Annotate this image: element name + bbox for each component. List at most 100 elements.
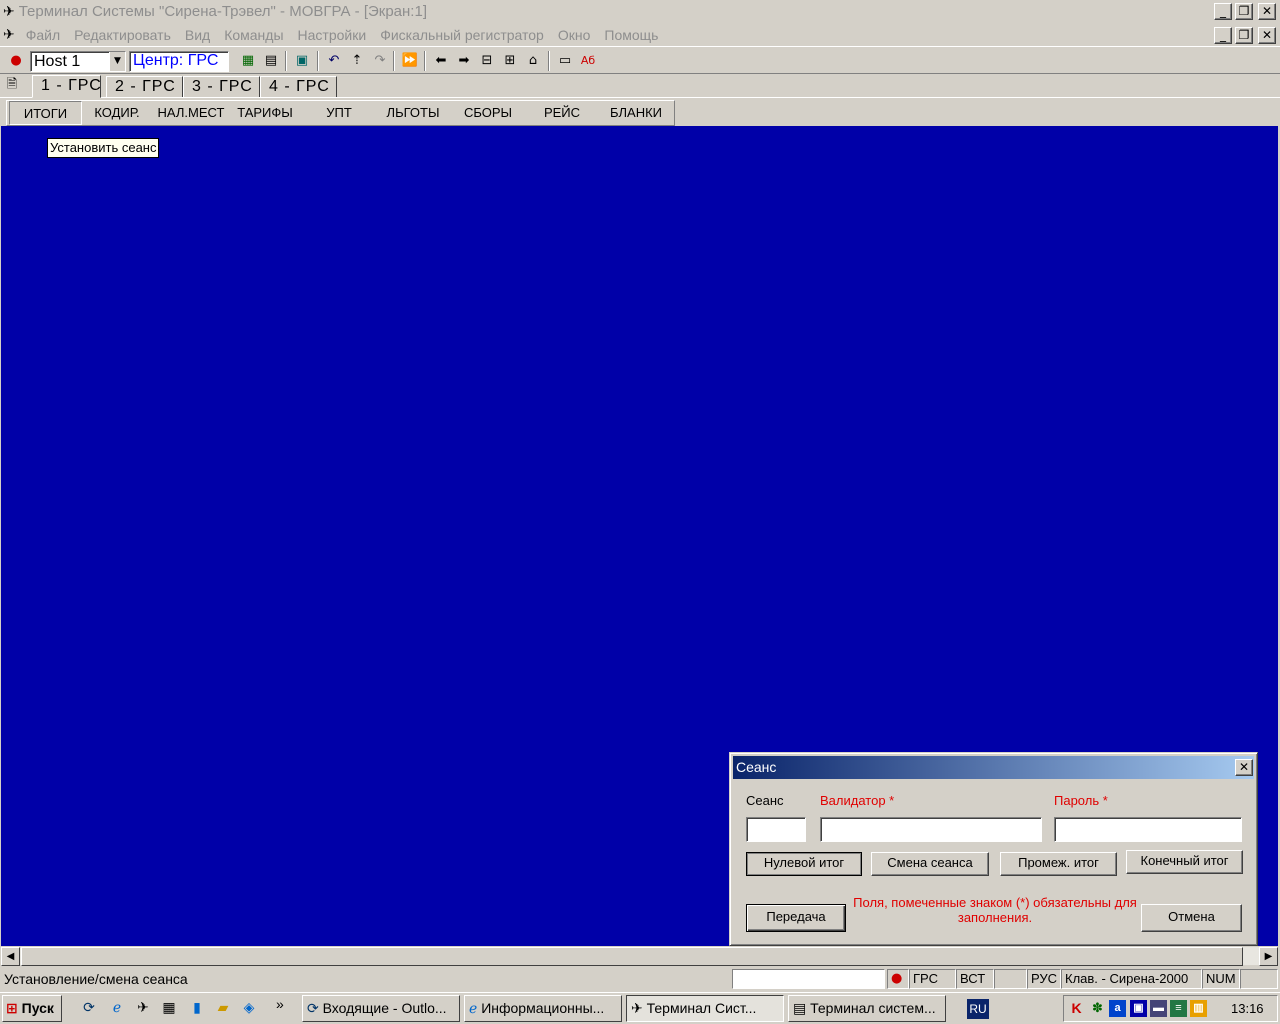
menu-view[interactable]: Вид [178,27,217,43]
table-right-icon[interactable]: ⊞ [501,52,519,70]
change-session-button[interactable]: Смена сеанса [871,852,989,876]
outlook-icon: ⟳ [307,1001,319,1017]
fast-forward-icon[interactable]: ⏩ [401,52,419,70]
tab-totals[interactable]: ИТОГИ [9,101,82,125]
center-label: Центр: ГРС [133,52,219,69]
traffic-light-icon[interactable]: ● [7,52,25,70]
ie-quicklaunch-icon[interactable]: ℯ [108,999,126,1017]
required-fields-note: Поля, помеченные знаком (*) обязательны … [853,895,1137,925]
task-terminal-2-label: Терминал систем... [810,1000,936,1016]
menu-window[interactable]: Окно [551,27,598,43]
transmit-button[interactable]: Передача [746,904,846,932]
folder-quicklaunch-icon[interactable]: ▰ [214,999,232,1017]
monitor-icon[interactable]: ▣ [1130,1000,1147,1017]
tab-coding[interactable]: КОДИР. [85,101,149,125]
window-list-icon[interactable]: ▭ [556,52,574,70]
status-message: Установление/смена сеанса [4,971,188,987]
network-icon[interactable]: ✽ [1089,1000,1106,1017]
child-minimize-button[interactable]: _ [1214,27,1232,44]
restore-button[interactable]: ❐ [1235,3,1253,20]
password-input[interactable] [1054,817,1242,842]
tools-quicklaunch-icon[interactable]: ▦ [160,999,178,1017]
task-outlook-label: Входящие - Outlo... [322,1000,447,1016]
menu-edit[interactable]: Редактировать [67,27,178,43]
host-tab-4[interactable]: 4 - ГРС [260,76,337,97]
arrow-left-icon[interactable]: ⬅ [432,52,450,70]
scroll-left-icon[interactable]: ◀ [1,947,20,966]
table-home-icon[interactable]: ⌂ [524,52,542,70]
menu-help[interactable]: Помощь [597,27,665,43]
host-tab-3[interactable]: 3 - ГРС [183,76,260,97]
grid-icon[interactable]: ▦ [239,52,257,70]
spellcheck-icon[interactable]: Aб [579,52,597,70]
task-terminal-active-label: Терминал Сист... [646,1000,757,1016]
final-total-button[interactable]: Конечный итог [1126,850,1243,874]
validator-input[interactable] [820,817,1042,842]
ie-icon: ℯ [469,1001,478,1017]
menu-fiscal-register[interactable]: Фискальный регистратор [373,27,551,43]
status-keyboard: Клав. - Сирена-2000 [1061,969,1202,989]
minimize-button[interactable]: _ [1214,3,1232,20]
tab-fares[interactable]: ТАРИФЫ [231,101,299,125]
quicklaunch-chevron[interactable]: » [276,996,284,1012]
browser-quicklaunch-icon[interactable]: ◈ [240,999,258,1017]
scroll-thumb[interactable] [21,947,1243,966]
table-left-icon[interactable]: ⊟ [478,52,496,70]
child-restore-button[interactable]: ❐ [1235,27,1253,44]
outlook-quicklaunch-icon[interactable]: ⟳ [80,999,98,1017]
start-button[interactable]: ⊞ Пуск [2,995,62,1022]
host-tabs: 🗎 1 - ГРС 2 - ГРС 3 - ГРС 4 - ГРС [0,75,1280,98]
start-label: Пуск [21,1000,54,1016]
host-select[interactable]: Host 1 ▼ [30,51,126,72]
tooltip: Установить сеанс [47,138,160,158]
menu-commands[interactable]: Команды [217,27,290,43]
task-terminal-2[interactable]: ▤ Терминал систем... [788,995,946,1022]
upload-icon[interactable]: ⇡ [348,52,366,70]
status-lang: РУС [1027,969,1061,989]
notes-icon[interactable]: ▥ [1190,1000,1207,1017]
host-tab-2[interactable]: 2 - ГРС [106,76,183,97]
page-icon: 🗎 [6,77,18,92]
database-icon[interactable]: ▣ [293,52,311,70]
chevron-down-icon[interactable]: ▼ [109,52,125,71]
close-button[interactable]: ✕ [1258,3,1276,20]
status-traffic-light-icon: ● [887,969,909,989]
zero-total-button[interactable]: Нулевой итог [746,852,862,876]
password-label: Пароль * [1054,793,1108,808]
scroll-right-icon[interactable]: ▶ [1259,947,1278,966]
task-terminal-active[interactable]: ✈ Терминал Сист... [626,995,784,1022]
clipboard-icon[interactable]: ▤ [262,52,280,70]
tab-upt[interactable]: УПТ [305,101,373,125]
document-quicklaunch-icon[interactable]: ▮ [188,999,206,1017]
undo-icon[interactable]: ↶ [325,52,343,70]
dialog-close-button[interactable]: ✕ [1235,759,1253,776]
horizontal-scrollbar[interactable]: ◀ ▶ [1,946,1278,966]
menu-file[interactable]: Файл [19,27,67,43]
language-indicator[interactable]: RU [967,999,989,1019]
host-tab-1[interactable]: 1 - ГРС [32,75,101,98]
tab-discounts[interactable]: ЛЬГОТЫ [379,101,447,125]
agent-icon[interactable]: a [1109,1000,1126,1017]
session-input[interactable] [746,817,806,842]
tab-blanks[interactable]: БЛАНКИ [601,101,671,125]
terminal-quicklaunch-icon[interactable]: ✈ [134,999,152,1017]
host-select-value: Host 1 [34,53,81,70]
redo-icon[interactable]: ↷ [371,52,389,70]
child-close-button[interactable]: ✕ [1258,27,1276,44]
task-info-label: Информационны... [481,1000,605,1016]
interim-total-button[interactable]: Промеж. итог [1000,852,1117,876]
arrow-right-icon[interactable]: ➡ [455,52,473,70]
menu-settings[interactable]: Настройки [291,27,374,43]
window-title: Терминал Системы "Сирена-Трэвел" - МОВГР… [18,3,427,20]
tab-flight[interactable]: РЕЙС [527,101,597,125]
cancel-button[interactable]: Отмена [1141,904,1242,932]
connection-icon[interactable]: ≡ [1170,1000,1187,1017]
display-icon[interactable]: ▬ [1150,1000,1167,1017]
tab-seat-availability[interactable]: НАЛ.МЕСТ [153,101,229,125]
task-outlook[interactable]: ⟳ Входящие - Outlo... [302,995,460,1022]
system-tray: K ✽ a ▣ ▬ ≡ ▥ 13:16 [1063,995,1278,1022]
kaspersky-icon[interactable]: K [1068,1000,1085,1017]
center-indicator: Центр: ГРС [129,51,229,72]
task-info[interactable]: ℯ Информационны... [464,995,622,1022]
tab-fees[interactable]: СБОРЫ [453,101,523,125]
